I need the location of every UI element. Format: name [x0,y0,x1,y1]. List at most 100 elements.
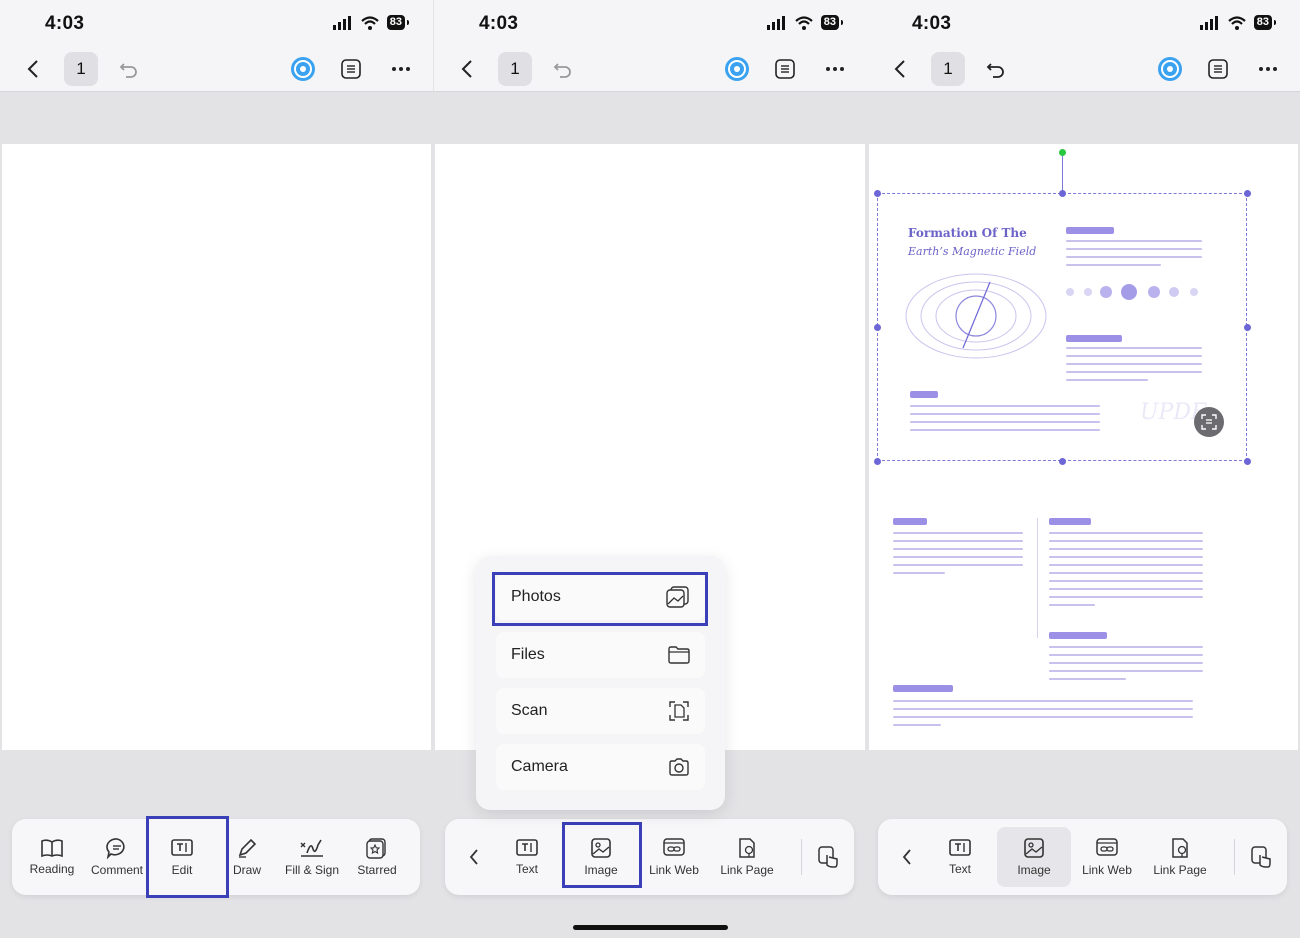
tool-label: Link Web [1082,863,1132,877]
top-bar: 4:03 83 1 [0,0,433,92]
section-tag [893,685,953,692]
resize-handle-top-left[interactable] [874,190,881,197]
tool-text[interactable]: Text [936,819,984,895]
resize-handle-right[interactable] [1244,324,1251,331]
undo-button[interactable] [546,52,580,86]
resize-handle-top-right[interactable] [1244,190,1251,197]
tool-reading[interactable]: Reading [18,819,86,895]
undo-icon [119,63,137,78]
status-icons: 83 [766,15,844,30]
tool-label: Starred [357,863,397,877]
magnetic-field-diagram [905,273,1047,359]
resize-handle-top[interactable] [1059,190,1066,197]
planets-row [1066,284,1198,300]
link-page-icon [1172,838,1188,858]
more-button[interactable] [384,52,418,86]
tool-link-web[interactable]: Link Web [645,819,703,895]
image-icon [1024,838,1044,858]
back-button[interactable] [883,52,917,86]
signature-icon [300,839,323,857]
document-page[interactable]: Formation Of The Earth’s Magnetic Field … [869,144,1298,750]
outline-button[interactable] [1201,52,1235,86]
outline-button[interactable] [768,52,802,86]
ai-assistant-icon [1158,57,1182,81]
resize-handle-left[interactable] [874,324,881,331]
inserted-image-selection[interactable]: Formation Of The Earth’s Magnetic Field … [877,193,1247,461]
resize-handle-bottom-right[interactable] [1244,458,1251,465]
undo-icon [553,63,571,78]
ai-assistant-icon [725,57,749,81]
star-icon [366,838,386,859]
doc-title-line1: Formation Of The [908,226,1027,240]
list-icon [775,59,795,79]
ai-assistant-button[interactable] [286,52,320,86]
status-time: 4:03 [479,13,519,34]
back-button[interactable] [450,52,484,86]
rotate-handle[interactable] [1059,149,1066,156]
ocr-button[interactable] [1194,407,1224,437]
ai-assistant-button[interactable] [1153,52,1187,86]
toolbar-divider [1234,839,1235,875]
wifi-icon [1228,15,1246,30]
text-block [893,532,1023,580]
section-tag [1049,632,1107,639]
chevron-left-icon [461,60,472,78]
menu-item-scan[interactable]: Scan [496,688,705,734]
tool-text[interactable]: Text [503,819,551,895]
menu-item-camera[interactable]: Camera [496,744,705,790]
menu-item-files[interactable]: Files [496,632,705,678]
tool-label: Link Web [649,863,699,877]
tool-label: Comment [90,863,143,877]
folder-icon [668,646,690,664]
pen-icon [238,838,257,858]
toolbar-back-button[interactable] [459,819,489,895]
tool-label: Draw [232,863,261,877]
page-number-chip[interactable]: 1 [498,52,532,86]
resize-handle-bottom-left[interactable] [874,458,881,465]
tool-link-page[interactable]: Link Page [715,819,779,895]
tool-link-page[interactable]: Link Page [1148,819,1212,895]
outline-button[interactable] [334,52,368,86]
tool-link-web[interactable]: Link Web [1078,819,1136,895]
signal-icon [1199,15,1218,30]
ai-assistant-button[interactable] [720,52,754,86]
blank-page[interactable] [2,144,431,750]
undo-button[interactable] [112,52,146,86]
tool-label: Text [515,862,538,876]
tool-starred[interactable]: Starred [346,819,408,895]
chevron-left-icon [902,849,911,865]
tool-image-selected[interactable]: Image [997,827,1071,887]
toolbar-back-button[interactable] [892,819,922,895]
resize-handle-bottom[interactable] [1059,458,1066,465]
battery-indicator: 83 [1253,15,1277,30]
select-mode-button[interactable] [1242,819,1280,895]
book-icon [41,839,63,858]
text-block [1049,646,1203,686]
tool-comment[interactable]: Comment [84,819,150,895]
page-number-chip[interactable]: 1 [64,52,98,86]
more-button[interactable] [818,52,852,86]
list-icon [1208,59,1228,79]
rotate-handle-line [1062,156,1063,194]
more-button[interactable] [1251,52,1285,86]
home-indicator [573,925,728,930]
undo-icon [986,63,1004,78]
link-web-icon [1096,838,1118,856]
tool-label: Image [1017,863,1051,877]
menu-item-label: Camera [511,758,568,775]
back-button[interactable] [16,52,50,86]
text-recognition-icon [1201,414,1217,430]
more-icon [392,67,410,71]
wifi-icon [361,15,379,30]
touch-select-icon [818,846,838,868]
tool-fill-sign[interactable]: Fill & Sign [278,819,346,895]
signal-icon [766,15,785,30]
select-mode-button[interactable] [809,819,847,895]
text-block [893,700,1193,732]
comment-icon [106,838,125,859]
battery-indicator: 83 [820,15,844,30]
list-icon [341,59,361,79]
page-number-chip[interactable]: 1 [931,52,965,86]
panel-image-inserted: 4:03 83 1 Formation Of The Earth’s Magne… [867,0,1300,938]
undo-button[interactable] [979,52,1013,86]
